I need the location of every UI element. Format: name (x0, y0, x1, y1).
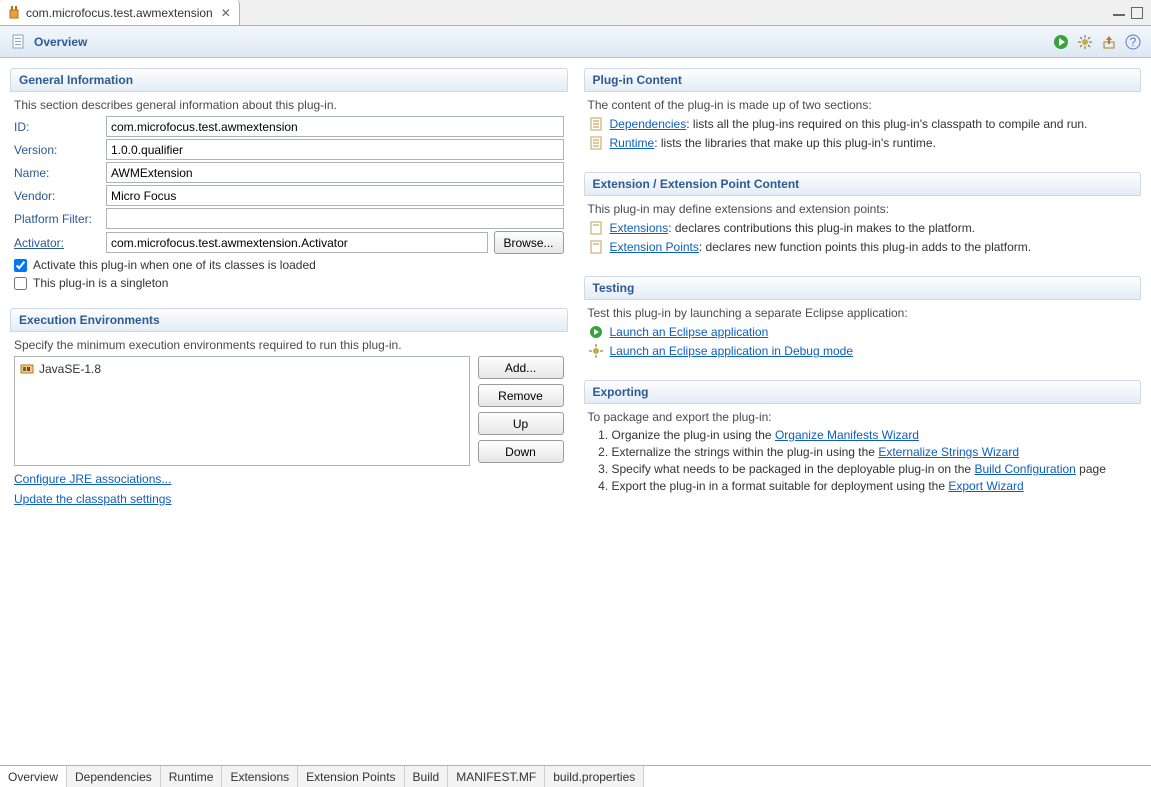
label-vendor: Vendor: (14, 189, 100, 203)
run-icon (588, 324, 604, 340)
document-icon (10, 33, 28, 51)
editor-tab-label: com.microfocus.test.awmextension (26, 6, 213, 20)
export-icon[interactable] (1101, 34, 1117, 50)
link-update-classpath[interactable]: Update the classpath settings (14, 492, 171, 506)
exec-desc: Specify the minimum execution environmen… (14, 338, 564, 352)
label-activator[interactable]: Activator: (14, 236, 100, 250)
up-button[interactable]: Up (478, 412, 564, 435)
section-exec-header: Execution Environments (10, 308, 568, 332)
debug-icon[interactable] (1077, 34, 1093, 50)
bottom-tab-dependencies[interactable]: Dependencies (67, 766, 161, 787)
link-launch-debug[interactable]: Launch an Eclipse application in Debug m… (610, 344, 854, 358)
checkbox-activate-label: Activate this plug-in when one of its cl… (33, 258, 316, 272)
link-configure-jre[interactable]: Configure JRE associations... (14, 472, 171, 486)
page-icon (588, 135, 604, 151)
down-button[interactable]: Down (478, 440, 564, 463)
link-export-wizard[interactable]: Export Wizard (948, 479, 1023, 493)
bottom-tab-manifest-mf[interactable]: MANIFEST.MF (448, 766, 545, 787)
input-vendor[interactable] (106, 185, 564, 206)
input-name[interactable] (106, 162, 564, 183)
text-extension-points-tail: : declares new function points this plug… (699, 240, 1031, 254)
page-icon (588, 220, 604, 236)
link-extensions[interactable]: Extensions (610, 221, 669, 235)
bottom-tab-runtime[interactable]: Runtime (161, 766, 223, 787)
checkbox-singleton[interactable] (14, 277, 27, 290)
run-icon[interactable] (1053, 34, 1069, 50)
text-extensions-tail: : declares contributions this plug-in ma… (668, 221, 975, 235)
page-icon (588, 239, 604, 255)
bottom-tab-build[interactable]: Build (405, 766, 449, 787)
close-icon[interactable]: ✕ (221, 6, 231, 20)
help-icon[interactable]: ? (1125, 34, 1141, 50)
bottom-tab-extension-points[interactable]: Extension Points (298, 766, 404, 787)
bottom-tab-extensions[interactable]: Extensions (222, 766, 298, 787)
input-activator[interactable] (106, 232, 488, 253)
remove-button[interactable]: Remove (478, 384, 564, 407)
text-runtime-tail: : lists the libraries that make up this … (654, 136, 936, 150)
window-controls (1113, 0, 1151, 25)
plugin-icon (6, 5, 22, 21)
page-icon (588, 116, 604, 132)
debug-icon (588, 343, 604, 359)
label-platform-filter: Platform Filter: (14, 212, 100, 226)
editor-tab-bar: com.microfocus.test.awmextension ✕ (0, 0, 1151, 26)
link-runtime[interactable]: Runtime (610, 136, 655, 150)
add-button[interactable]: Add... (478, 356, 564, 379)
exec-listbox[interactable]: JavaSE-1.8 (14, 356, 470, 466)
testing-desc: Test this plug-in by launching a separat… (588, 306, 1138, 320)
link-organize-manifests[interactable]: Organize Manifests Wizard (775, 428, 919, 442)
browse-button[interactable]: Browse... (494, 231, 564, 254)
editor-tab[interactable]: com.microfocus.test.awmextension ✕ (0, 0, 240, 25)
input-version[interactable] (106, 139, 564, 160)
plugin-desc: The content of the plug-in is made up of… (588, 98, 1138, 112)
export-steps: Organize the plug-in using the Organize … (588, 428, 1138, 493)
input-id[interactable] (106, 116, 564, 137)
section-ext-header: Extension / Extension Point Content (584, 172, 1142, 196)
page-header: Overview ? (0, 26, 1151, 58)
link-build-configuration[interactable]: Build Configuration (974, 462, 1075, 476)
maximize-icon[interactable] (1131, 7, 1143, 19)
exec-item-label: JavaSE-1.8 (39, 362, 101, 376)
label-id: ID: (14, 120, 100, 134)
section-general-header: General Information (10, 68, 568, 92)
svg-text:?: ? (1130, 35, 1137, 49)
list-item: JavaSE-1.8 (19, 361, 465, 377)
input-platform-filter[interactable] (106, 208, 564, 229)
general-desc: This section describes general informati… (14, 98, 564, 112)
bottom-tab-overview[interactable]: Overview (0, 766, 67, 787)
toolbar: ? (1053, 34, 1141, 50)
label-version: Version: (14, 143, 100, 157)
section-exporting-header: Exporting (584, 380, 1142, 404)
jre-icon (19, 361, 35, 377)
link-launch-eclipse[interactable]: Launch an Eclipse application (610, 325, 769, 339)
exporting-desc: To package and export the plug-in: (588, 410, 1138, 424)
section-plugin-header: Plug-in Content (584, 68, 1142, 92)
page-title: Overview (34, 35, 87, 49)
link-extension-points[interactable]: Extension Points (610, 240, 699, 254)
bottom-tab-bar: OverviewDependenciesRuntimeExtensionsExt… (0, 765, 1151, 787)
link-dependencies[interactable]: Dependencies (610, 117, 687, 131)
checkbox-singleton-label: This plug-in is a singleton (33, 276, 168, 290)
checkbox-activate[interactable] (14, 259, 27, 272)
ext-desc: This plug-in may define extensions and e… (588, 202, 1138, 216)
link-externalize-strings[interactable]: Externalize Strings Wizard (878, 445, 1019, 459)
text-dependencies-tail: : lists all the plug-ins required on thi… (686, 117, 1087, 131)
section-testing-header: Testing (584, 276, 1142, 300)
minimize-icon[interactable] (1113, 10, 1125, 16)
label-name: Name: (14, 166, 100, 180)
bottom-tab-build-properties[interactable]: build.properties (545, 766, 644, 787)
